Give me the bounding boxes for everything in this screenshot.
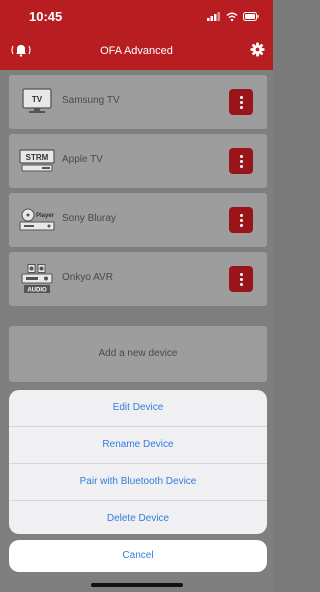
tv-icon: TV [22,88,52,113]
pair-bluetooth-action[interactable]: Pair with Bluetooth Device [9,464,267,501]
device-card[interactable]: AUDIO Onkyo AVR [9,252,267,306]
device-menu-button[interactable] [229,207,253,233]
svg-text:AUDIO: AUDIO [27,288,47,294]
home-indicator[interactable] [91,583,183,587]
device-card[interactable]: STRM Apple TV [9,134,267,188]
device-card[interactable]: Player Sony Bluray [9,193,267,247]
cancel-button[interactable]: Cancel [9,540,267,572]
signal-icon [207,12,220,21]
device-name: Sony Bluray [62,213,116,224]
status-icons [207,12,259,21]
audio-receiver-icon: AUDIO [21,264,53,294]
gear-icon[interactable] [250,42,265,57]
svg-text:TV: TV [32,95,43,104]
device-name: Onkyo AVR [62,272,113,283]
delete-device-action[interactable]: Delete Device [9,501,267,534]
wifi-icon [226,12,238,21]
nav-bar: OFA Advanced [0,32,273,70]
action-sheet: Edit Device Rename Device Pair with Blue… [9,390,267,534]
app-title: OFA Advanced [100,45,173,57]
player-icon: Player [19,208,55,231]
svg-text:Player: Player [36,213,55,219]
status-time: 10:45 [29,9,63,24]
battery-icon [243,12,259,21]
rename-device-action[interactable]: Rename Device [9,427,267,464]
device-card[interactable]: TV Samsung TV [9,75,267,129]
add-device-button[interactable]: Add a new device [9,326,267,382]
edit-device-action[interactable]: Edit Device [9,390,267,427]
device-menu-button[interactable] [229,89,253,115]
device-menu-button[interactable] [229,148,253,174]
device-name: Apple TV [62,154,103,165]
device-menu-button[interactable] [229,266,253,292]
svg-text:STRM: STRM [26,153,49,162]
device-name: Samsung TV [62,95,120,106]
add-device-label: Add a new device [98,348,178,359]
status-bar: 10:45 [0,0,273,32]
streamer-icon: STRM [19,149,55,172]
